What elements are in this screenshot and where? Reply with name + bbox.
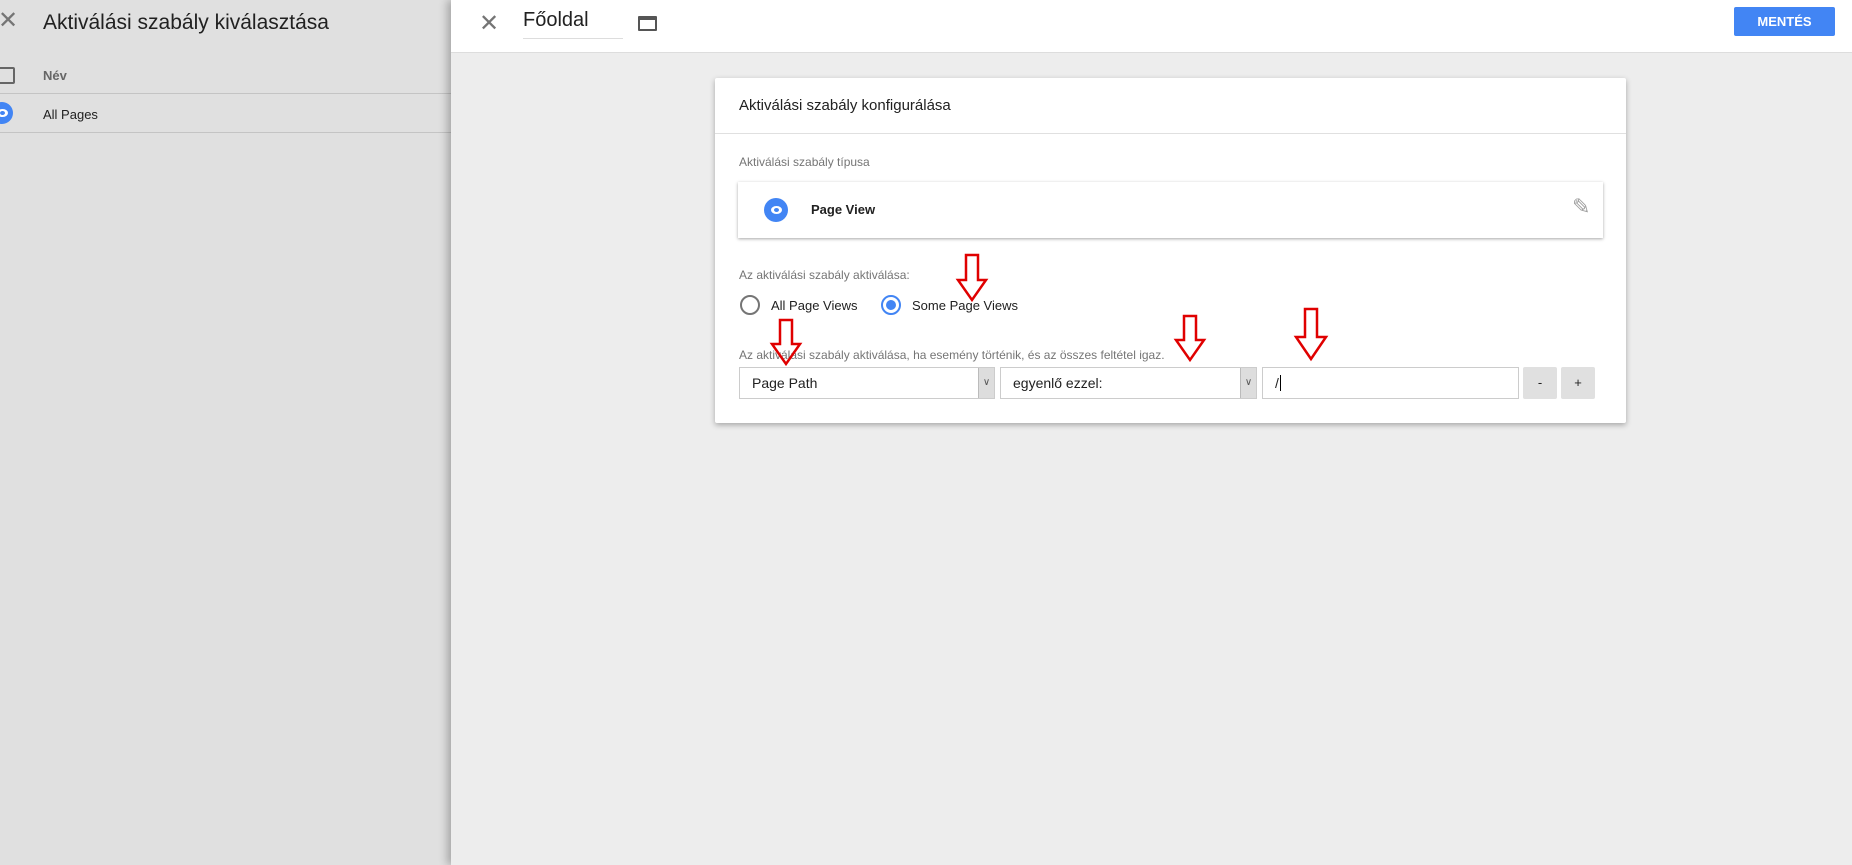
red-arrow-annotation	[1293, 307, 1329, 362]
red-arrow-annotation	[769, 318, 803, 367]
red-arrow-annotation	[1173, 314, 1207, 363]
annotation-layer	[769, 253, 1329, 367]
red-arrow-annotation	[955, 253, 989, 303]
